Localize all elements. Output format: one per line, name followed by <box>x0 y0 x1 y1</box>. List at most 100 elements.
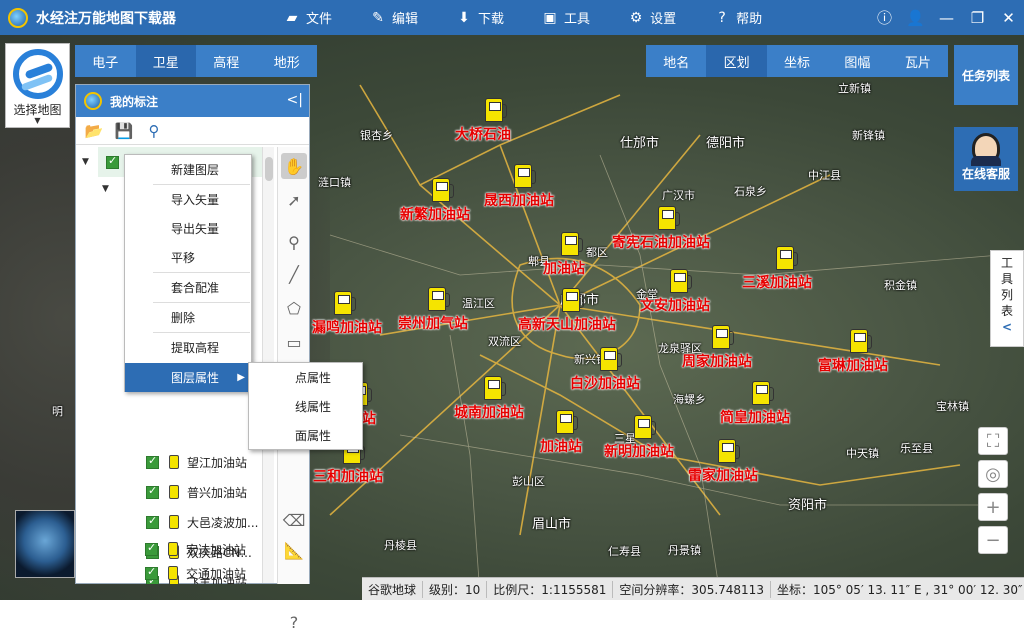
scrollbar-thumb[interactable] <box>265 157 273 181</box>
tools-list-char: 列 <box>1000 288 1013 302</box>
chevron-down-icon[interactable]: ▼ <box>82 157 89 167</box>
gas-station-marker[interactable]: 新明加油站 <box>604 415 674 461</box>
chevron-down-icon[interactable]: ▼ <box>102 184 109 194</box>
layer-checkbox[interactable] <box>146 514 159 529</box>
globe-icon <box>12 49 63 99</box>
gas-station-marker[interactable]: 文安加油站 <box>640 269 710 315</box>
status-bar: 谷歌地球 级别：10 比例尺：1:1155581 空间分辨率：305.74811… <box>362 577 1024 600</box>
place-label: 广汉市 <box>662 189 695 202</box>
menu-extract-elevation[interactable]: 提取高程 <box>125 333 251 362</box>
tab-satellite[interactable]: 卫星 <box>135 45 196 77</box>
info-icon[interactable]: ⓘ <box>869 7 900 28</box>
panel-title: 我的标注 <box>110 94 159 109</box>
tab-terrain[interactable]: 地形 <box>257 45 318 77</box>
status-scale: 比例尺：1:1155581 <box>487 580 614 598</box>
menu-help[interactable]: ? 帮助 <box>714 8 762 28</box>
layer-item[interactable]: 大邑凌波加... <box>146 507 258 537</box>
tab-tile[interactable]: 瓦片 <box>888 45 948 77</box>
layer-item[interactable]: 普兴加油站 <box>146 477 247 507</box>
tab-place-name[interactable]: 地名 <box>646 45 706 77</box>
locate-icon[interactable]: ◎ <box>978 460 1008 488</box>
zoom-in-button[interactable]: + <box>978 493 1008 521</box>
earth-thumbnail[interactable] <box>15 510 75 578</box>
save-icon[interactable]: 💾 <box>112 121 136 141</box>
ruler-icon[interactable]: 📐 <box>281 537 307 563</box>
layer-checkbox[interactable] <box>106 154 119 169</box>
gas-station-marker[interactable]: 城南加油站 <box>454 376 524 422</box>
collapse-panel-icon[interactable]: <| <box>287 92 303 108</box>
gas-station-marker[interactable]: 富琳加油站 <box>818 329 888 375</box>
menu-point-properties[interactable]: 点属性 <box>249 363 362 392</box>
gas-station-marker[interactable]: 三溪加油站 <box>742 246 812 292</box>
gas-station-marker[interactable]: 高新天山加油站 <box>518 288 616 334</box>
close-icon[interactable]: ✕ <box>993 9 1024 27</box>
menu-layer-properties[interactable]: 图层属性 ▶ <box>125 363 251 392</box>
rectangle-icon[interactable]: ▭ <box>281 329 307 355</box>
help-icon: ? <box>718 9 726 26</box>
help-circle-icon[interactable]: ? <box>281 609 307 635</box>
menu-delete[interactable]: 删除 <box>125 303 251 332</box>
hand-icon[interactable]: ✋ <box>281 153 307 179</box>
fullscreen-icon[interactable]: ⛶ <box>978 427 1008 455</box>
marker-icon[interactable]: ⚲ <box>281 229 307 255</box>
layer-item[interactable]: 望江加油站 <box>146 447 247 477</box>
menu-registration[interactable]: 套合配准 <box>125 273 251 302</box>
gas-station-marker[interactable]: 大桥石油 <box>455 98 511 144</box>
gas-station-marker[interactable]: 漏鸣加油站 <box>312 291 382 337</box>
tab-sheet[interactable]: 图幅 <box>827 45 887 77</box>
zoom-out-button[interactable]: − <box>978 526 1008 554</box>
open-folder-icon[interactable]: 📂 <box>82 121 106 141</box>
layer-checkbox[interactable] <box>145 565 158 580</box>
menu-settings[interactable]: ⚙ 设置 <box>628 8 676 28</box>
gas-station-marker[interactable]: 新繁加油站 <box>400 178 470 224</box>
layer-checkbox[interactable] <box>145 541 158 556</box>
eraser-icon[interactable]: ⌫ <box>281 507 307 533</box>
layer-item[interactable]: 交通加油站 <box>145 563 246 583</box>
gas-station-marker[interactable]: 加油站 <box>540 410 582 456</box>
menu-edit[interactable]: ✎ 编辑 <box>370 8 418 28</box>
polygon-icon[interactable]: ⬠ <box>281 295 307 321</box>
layer-checkbox[interactable] <box>146 484 159 499</box>
menu-area-properties[interactable]: 面属性 <box>249 421 362 450</box>
panel-header: 我的标注 <| <box>76 85 309 117</box>
line-icon[interactable]: ╱ <box>281 261 307 287</box>
tab-elevation[interactable]: 高程 <box>196 45 257 77</box>
gas-station-marker[interactable]: 白沙加油站 <box>570 347 640 393</box>
tab-electronic[interactable]: 电子 <box>75 45 136 77</box>
online-service-button[interactable]: 在线客服 <box>954 127 1018 191</box>
select-map-button[interactable]: 选择地图 ▼ <box>5 43 70 128</box>
gas-station-marker[interactable]: 崇州加气站 <box>398 287 468 333</box>
menu-tools[interactable]: ▣ 工具 <box>542 8 590 28</box>
main-menu: ▰ 文件 ✎ 编辑 ⬇ 下载 ▣ 工具 ⚙ 设置 ? 帮助 <box>284 0 800 35</box>
menu-line-properties[interactable]: 线属性 <box>249 392 362 421</box>
menu-file[interactable]: ▰ 文件 <box>284 8 332 28</box>
menu-import-vector[interactable]: 导入矢量 <box>125 185 251 214</box>
menu-pan[interactable]: 平移 <box>125 243 251 272</box>
user-icon[interactable]: 👤 <box>900 9 931 27</box>
gas-pump-icon <box>712 325 734 349</box>
gas-station-marker[interactable]: 寄宪石油加油站 <box>612 206 710 252</box>
task-list-button[interactable]: 任务列表 <box>954 45 1018 105</box>
restore-icon[interactable]: ❐ <box>962 9 993 27</box>
pointer-icon[interactable]: ➚ <box>281 187 307 213</box>
gas-pump-icon <box>168 566 178 580</box>
menu-download[interactable]: ⬇ 下载 <box>456 8 504 28</box>
gas-station-marker[interactable]: 周家加油站 <box>682 325 752 371</box>
tab-division[interactable]: 区划 <box>706 45 767 77</box>
minimize-icon[interactable]: — <box>931 9 962 27</box>
panel-toolbar: 📂 💾 ⚲ <box>76 117 309 145</box>
place-label: 资阳市 <box>788 498 828 513</box>
menu-export-vector[interactable]: 导出矢量 <box>125 214 251 243</box>
gas-station-marker[interactable]: 雷家加油站 <box>688 439 758 485</box>
poi-label: 周家加油站 <box>682 354 752 370</box>
gas-station-marker[interactable]: 晟西加油站 <box>484 164 554 210</box>
layer-checkbox[interactable] <box>146 454 159 469</box>
layer-item[interactable]: 宏达加油站 <box>145 534 246 564</box>
gas-station-marker[interactable]: 简皇加油站 <box>720 381 790 427</box>
menu-new-layer[interactable]: 新建图层 <box>125 155 251 184</box>
search-icon[interactable]: ⚲ <box>142 121 166 141</box>
gas-station-marker[interactable]: 加油站 <box>543 232 585 278</box>
tools-list-toggle[interactable]: 工 具 列 表 < <box>990 250 1024 347</box>
status-coordinates: 坐标：105° 05′ 13. 11″ E , 31° 00′ 12. 30″ … <box>776 582 1024 597</box>
tab-coordinate[interactable]: 坐标 <box>767 45 827 77</box>
